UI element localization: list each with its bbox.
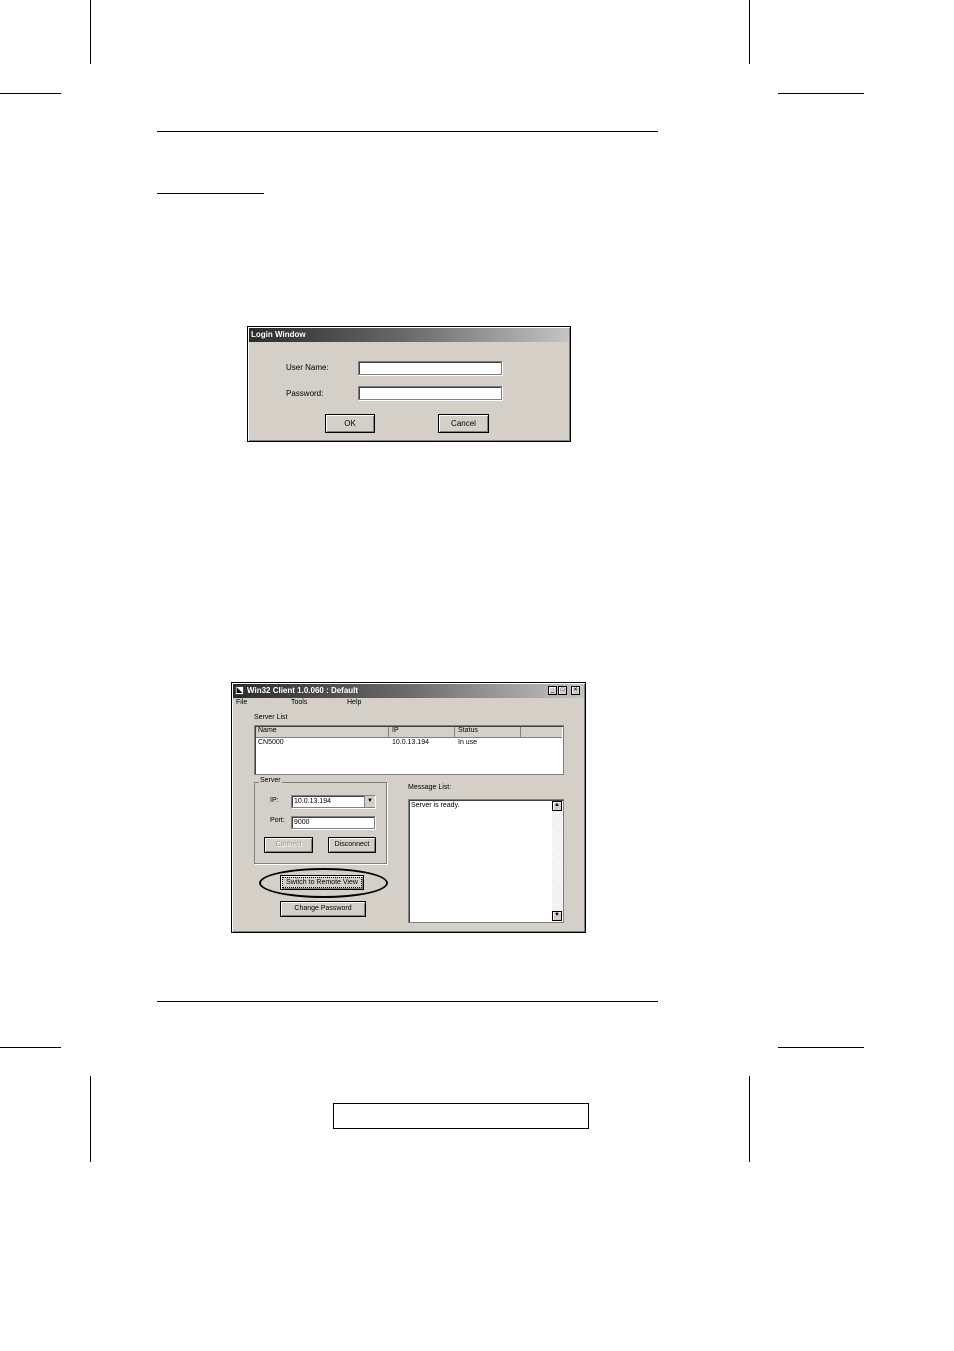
- crop-mark: [778, 93, 864, 94]
- row-status-cell[interactable]: In use: [458, 739, 477, 746]
- username-input[interactable]: [358, 361, 502, 375]
- message-item: Server is ready.: [411, 802, 460, 809]
- header-rule: [157, 131, 658, 132]
- footer-rule: [157, 1001, 658, 1002]
- login-window: Login Window User Name: Password: OK Can…: [247, 326, 571, 442]
- table-header: [256, 727, 562, 738]
- column-header-status[interactable]: Status: [458, 727, 478, 734]
- server-list-table: Name IP Status CN5000 10.0.13.194 In use: [254, 725, 564, 775]
- port-input[interactable]: 9000: [291, 816, 375, 829]
- message-list-box: Server is ready. ▲ ▼: [408, 799, 564, 923]
- server-group-label: Server: [259, 777, 282, 784]
- row-name-cell[interactable]: CN5000: [258, 739, 284, 746]
- crop-mark: [90, 0, 91, 64]
- column-divider: [520, 727, 521, 737]
- server-list-label: Server List: [254, 714, 288, 721]
- switch-to-remote-view-button[interactable]: Switch to Remote View: [280, 875, 364, 890]
- server-groupbox: Server IP: 10.0.13.194 ▼ Port: 9000 Conn…: [254, 777, 387, 864]
- minimize-icon[interactable]: _: [548, 686, 557, 695]
- menu-file[interactable]: File: [236, 699, 247, 706]
- menu-tools[interactable]: Tools: [291, 699, 307, 706]
- connect-button[interactable]: Connect: [264, 837, 313, 853]
- crop-mark: [0, 1047, 61, 1048]
- crop-mark: [90, 1076, 91, 1162]
- column-header-name[interactable]: Name: [258, 727, 277, 734]
- message-list-label: Message List:: [408, 784, 452, 791]
- login-window-title: Login Window: [249, 328, 569, 342]
- password-label: Password:: [286, 389, 324, 398]
- column-header-ip[interactable]: IP: [392, 727, 399, 734]
- close-icon[interactable]: ✕: [571, 686, 580, 695]
- cancel-button[interactable]: Cancel: [438, 414, 489, 433]
- column-divider: [388, 727, 389, 737]
- scrollbar-track[interactable]: [552, 801, 562, 921]
- client-window-titlebar: ◣ Win32 Client 1.0.060 : Default: [233, 684, 584, 698]
- page-number-box: [333, 1103, 589, 1129]
- client-window: ◣ Win32 Client 1.0.060 : Default _ □ ✕ F…: [231, 682, 586, 933]
- change-password-button[interactable]: Change Password: [280, 901, 366, 917]
- client-window-title: Win32 Client 1.0.060 : Default: [247, 686, 359, 695]
- crop-mark: [778, 1047, 864, 1048]
- maximize-icon[interactable]: □: [558, 686, 567, 695]
- password-input[interactable]: [358, 386, 502, 400]
- chevron-down-icon[interactable]: ▼: [364, 796, 375, 807]
- crop-mark: [0, 93, 61, 94]
- app-icon: ◣: [235, 686, 244, 695]
- column-divider: [454, 727, 455, 737]
- username-label: User Name:: [286, 363, 329, 372]
- crop-mark: [749, 1076, 750, 1162]
- ip-label: IP:: [270, 797, 279, 804]
- scroll-up-icon[interactable]: ▲: [552, 801, 562, 811]
- ip-select[interactable]: 10.0.13.194: [291, 795, 375, 808]
- ok-button[interactable]: OK: [325, 414, 375, 433]
- menu-help[interactable]: Help: [347, 699, 361, 706]
- disconnect-button[interactable]: Disconnect: [328, 837, 376, 853]
- scroll-down-icon[interactable]: ▼: [552, 911, 562, 921]
- heading-underline: [157, 193, 264, 194]
- row-ip-cell[interactable]: 10.0.13.194: [392, 739, 429, 746]
- crop-mark: [749, 0, 750, 64]
- port-label: Port:: [270, 817, 285, 824]
